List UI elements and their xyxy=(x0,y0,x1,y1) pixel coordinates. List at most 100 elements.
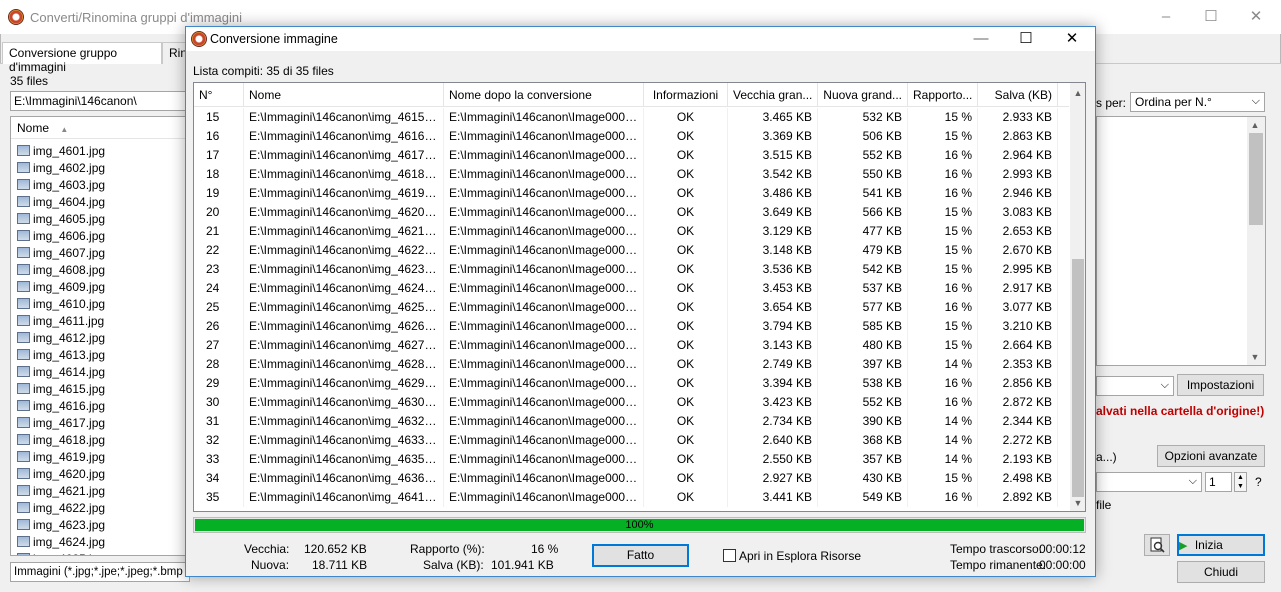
file-list-item[interactable]: img_4620.jpg xyxy=(17,465,105,482)
main-close-button[interactable]: ✕ xyxy=(1246,8,1266,26)
cell-save: 2.995 KB xyxy=(978,260,1058,279)
file-list[interactable]: Nome ▲ img_4601.jpg img_4602.jpg img_4603.… xyxy=(10,116,190,556)
image-file-icon xyxy=(17,536,30,547)
table-row[interactable]: 18 E:\Immagini\146canon\img_4618.jpg E:\Im… xyxy=(194,165,1069,184)
scroll-up-icon[interactable]: ▲ xyxy=(1070,85,1085,101)
close-app-button[interactable]: Chiudi xyxy=(1177,561,1265,583)
file-list-item[interactable]: img_4612.jpg xyxy=(17,329,105,346)
file-list-item[interactable]: img_4624.jpg xyxy=(17,533,105,550)
image-file-icon xyxy=(17,315,30,326)
file-list-item[interactable]: img_4603.jpg xyxy=(17,176,105,193)
cell-new-size: 552 KB xyxy=(818,393,908,412)
table-scroll-thumb[interactable] xyxy=(1072,259,1084,497)
size-select[interactable]: ⌵ xyxy=(1096,472,1202,492)
table-row[interactable]: 34 E:\Immagini\146canon\img_4636.jpg E:\Im… xyxy=(194,469,1069,488)
preview-button[interactable] xyxy=(1144,534,1170,556)
start-button[interactable]: ▶ Inizia xyxy=(1177,534,1265,556)
file-list-item[interactable]: img_4622.jpg xyxy=(17,499,105,516)
file-list-header[interactable]: Nome ▲ xyxy=(11,117,189,139)
file-list-item[interactable]: img_4614.jpg xyxy=(17,363,105,380)
col-ratio[interactable]: Rapporto... xyxy=(908,83,978,107)
file-list-item[interactable]: img_4606.jpg xyxy=(17,227,105,244)
path-input[interactable]: E:\Immagini\146canon\ xyxy=(10,91,190,111)
file-list-item[interactable]: img_4602.jpg xyxy=(17,159,105,176)
tab-conversione-gruppo[interactable]: Conversione gruppo d'immagini xyxy=(2,42,162,74)
col-number[interactable]: N° xyxy=(194,83,244,107)
dialog-close-button[interactable]: ✕ xyxy=(1062,30,1082,48)
table-row[interactable]: 23 E:\Immagini\146canon\img_4623.jpg E:\Im… xyxy=(194,260,1069,279)
scroll-up-icon[interactable]: ▲ xyxy=(1247,117,1263,133)
file-list-item[interactable]: img_4604.jpg xyxy=(17,193,105,210)
table-row[interactable]: 29 E:\Immagini\146canon\img_4629.jpg E:\Im… xyxy=(194,374,1069,393)
file-list-item[interactable]: img_4607.jpg xyxy=(17,244,105,261)
col-name[interactable]: Nome xyxy=(244,83,444,107)
file-list-item[interactable]: img_4625.jpg xyxy=(17,550,105,555)
table-row[interactable]: 22 E:\Immagini\146canon\img_4622.jpg E:\Im… xyxy=(194,241,1069,260)
file-list-item[interactable]: img_4621.jpg xyxy=(17,482,105,499)
file-list-item[interactable]: img_4623.jpg xyxy=(17,516,105,533)
open-explorer-label[interactable]: Apri in Esplora Risorse xyxy=(739,549,861,563)
open-explorer-checkbox[interactable] xyxy=(723,549,736,562)
table-row[interactable]: 27 E:\Immagini\146canon\img_4627.jpg E:\Im… xyxy=(194,336,1069,355)
settings-button[interactable]: Impostazioni xyxy=(1177,374,1264,396)
file-list-item[interactable]: img_4601.jpg xyxy=(17,142,105,159)
file-list-item[interactable]: img_4610.jpg xyxy=(17,295,105,312)
main-maximize-button[interactable]: ☐ xyxy=(1201,8,1221,26)
size-number-input[interactable]: 1 xyxy=(1205,472,1232,492)
table-row[interactable]: 21 E:\Immagini\146canon\img_4621.jpg E:\Im… xyxy=(194,222,1069,241)
col-old-size[interactable]: Vecchia gran... xyxy=(728,83,818,107)
col-info[interactable]: Informazioni xyxy=(644,83,728,107)
spin-down-icon[interactable]: ▼ xyxy=(1235,482,1246,491)
table-row[interactable]: 32 E:\Immagini\146canon\img_4633.jpg E:\Im… xyxy=(194,431,1069,450)
file-list-item[interactable]: img_4619.jpg xyxy=(17,448,105,465)
file-list-item[interactable]: img_4617.jpg xyxy=(17,414,105,431)
table-row[interactable]: 16 E:\Immagini\146canon\img_4616.jpg E:\Im… xyxy=(194,127,1069,146)
table-row[interactable]: 28 E:\Immagini\146canon\img_4628.jpg E:\Im… xyxy=(194,355,1069,374)
dialog-minimize-button[interactable]: — xyxy=(971,30,991,48)
format-select[interactable]: ⌵ xyxy=(1096,376,1174,396)
dialog-maximize-button[interactable]: ☐ xyxy=(1016,30,1036,48)
task-table[interactable]: N° Nome Nome dopo la conversione Informa… xyxy=(193,82,1086,512)
table-row[interactable]: 19 E:\Immagini\146canon\img_4619.jpg E:\Im… xyxy=(194,184,1069,203)
preview-scroll-thumb[interactable] xyxy=(1249,133,1263,225)
file-list-item[interactable]: img_4613.jpg xyxy=(17,346,105,363)
main-window-title: Converti/Rinomina gruppi d'immagini xyxy=(30,10,243,25)
table-row[interactable]: 31 E:\Immagini\146canon\img_4632.jpg E:\Im… xyxy=(194,412,1069,431)
main-minimize-button[interactable]: – xyxy=(1156,8,1176,26)
table-row[interactable]: 25 E:\Immagini\146canon\img_4625.jpg E:\Im… xyxy=(194,298,1069,317)
file-list-item[interactable]: img_4611.jpg xyxy=(17,312,104,329)
file-list-item[interactable]: img_4618.jpg xyxy=(17,431,105,448)
col-save[interactable]: Salva (KB) xyxy=(978,83,1058,107)
table-scrollbar[interactable]: ▲ ▼ xyxy=(1070,83,1085,511)
file-list-item[interactable]: img_4608.jpg xyxy=(17,261,105,278)
preview-scrollbar[interactable]: ▲ ▼ xyxy=(1247,117,1265,365)
table-row[interactable]: 20 E:\Immagini\146canon\img_4620.jpg E:\Im… xyxy=(194,203,1069,222)
filter-select[interactable]: Immagini (*.jpg;*.jpe;*.jpeg;*.bmp xyxy=(10,562,190,582)
scroll-down-icon[interactable]: ▼ xyxy=(1247,349,1263,365)
advanced-options-button[interactable]: Opzioni avanzate xyxy=(1157,445,1265,467)
file-name: img_4611.jpg xyxy=(33,313,105,328)
file-list-item[interactable]: img_4605.jpg xyxy=(17,210,105,227)
table-row[interactable]: 30 E:\Immagini\146canon\img_4630.jpg E:\Im… xyxy=(194,393,1069,412)
table-row[interactable]: 33 E:\Immagini\146canon\img_4635.jpg E:\Im… xyxy=(194,450,1069,469)
sort-select[interactable]: Ordina per N.° ⌵ xyxy=(1130,92,1265,112)
cell-name: E:\Immagini\146canon\img_4620.jpg xyxy=(244,203,444,222)
table-row[interactable]: 17 E:\Immagini\146canon\img_4617.jpg E:\Im… xyxy=(194,146,1069,165)
table-row[interactable]: 24 E:\Immagini\146canon\img_4624.jpg E:\Im… xyxy=(194,279,1069,298)
col-new-name[interactable]: Nome dopo la conversione xyxy=(444,83,644,107)
cell-new-size: 550 KB xyxy=(818,165,908,184)
help-button[interactable]: ? xyxy=(1255,475,1262,489)
file-list-item[interactable]: img_4609.jpg xyxy=(17,278,105,295)
spin-up-icon[interactable]: ▲ xyxy=(1235,473,1246,482)
file-list-item[interactable]: img_4615.jpg xyxy=(17,380,105,397)
scroll-down-icon[interactable]: ▼ xyxy=(1070,495,1085,511)
table-row[interactable]: 26 E:\Immagini\146canon\img_4626.jpg E:\Im… xyxy=(194,317,1069,336)
table-row[interactable]: 35 E:\Immagini\146canon\img_4641.jpg E:\Im… xyxy=(194,488,1069,507)
table-row[interactable]: 15 E:\Immagini\146canon\img_4615.jpg E:\Im… xyxy=(194,108,1069,127)
cell-info: OK xyxy=(644,241,728,260)
cell-save: 2.856 KB xyxy=(978,374,1058,393)
done-button[interactable]: Fatto xyxy=(592,544,689,567)
size-spinner[interactable]: ▲ ▼ xyxy=(1234,472,1247,492)
file-list-item[interactable]: img_4616.jpg xyxy=(17,397,105,414)
col-new-size[interactable]: Nuova grand... xyxy=(818,83,908,107)
